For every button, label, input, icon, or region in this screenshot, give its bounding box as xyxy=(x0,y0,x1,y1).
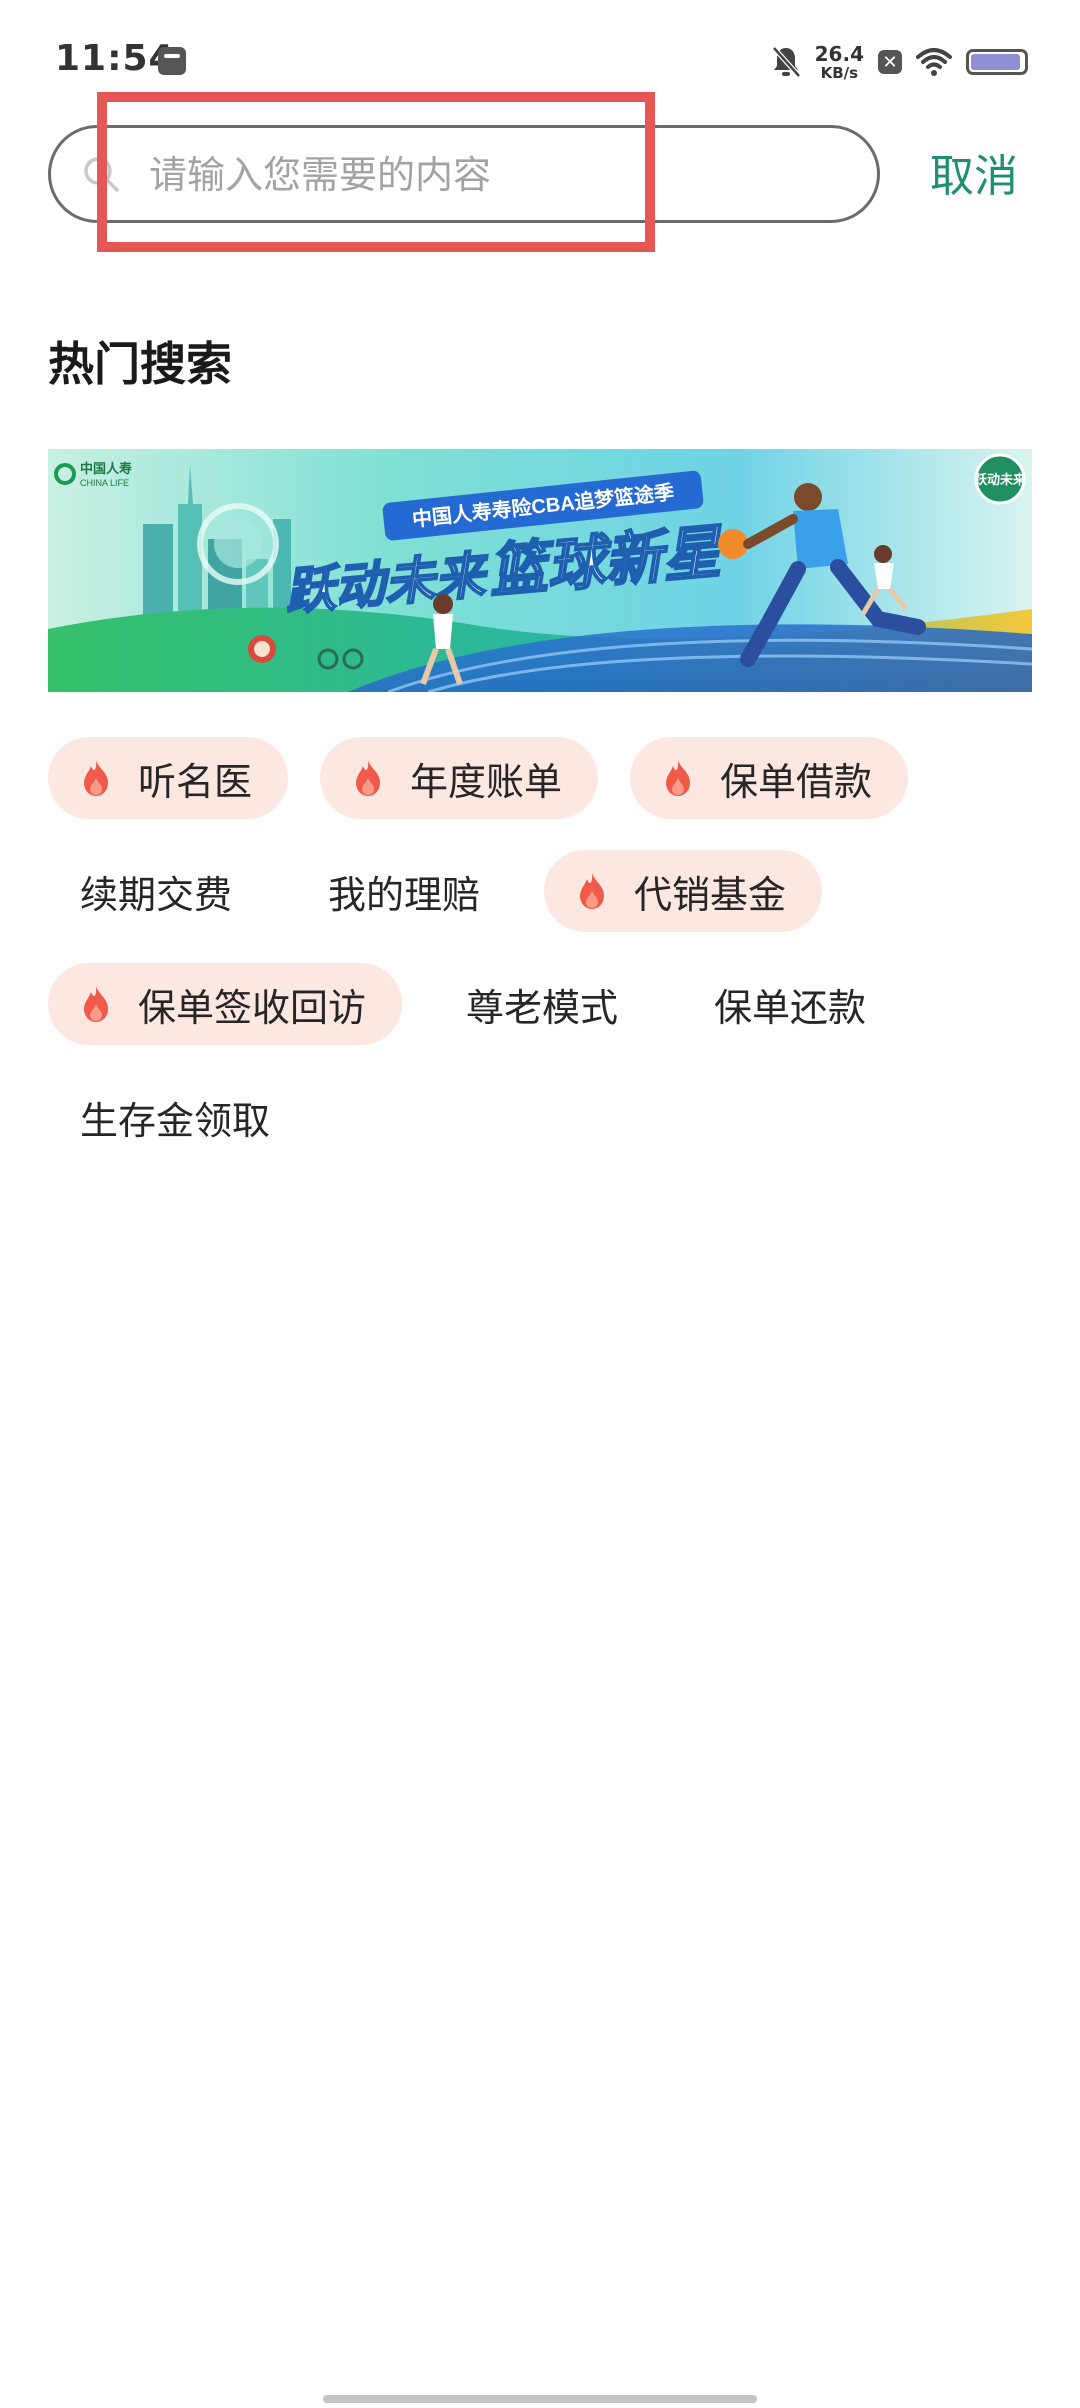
tag-label: 保单还款 xyxy=(714,985,867,1030)
tag-label: 保单签收回访 xyxy=(138,985,367,1030)
hot-tag[interactable]: 代销基金 xyxy=(544,850,823,932)
status-bar: 11:54 26.4 KB/s ✕ xyxy=(0,0,1080,120)
tag-label: 听名医 xyxy=(138,759,253,804)
hot-tag[interactable]: 保单借款 xyxy=(630,737,909,819)
network-speed-value: 26.4 xyxy=(814,41,864,66)
tag-label: 代销基金 xyxy=(634,872,787,917)
promo-banner[interactable]: 中国人寿 CHINA LIFE 中国人寿寿险CBA追梦篮途季 跃动未来 篮球新星 xyxy=(48,449,1032,692)
tag-row: 生存金领取 xyxy=(48,1076,1032,1158)
hot-tag[interactable]: 年度账单 xyxy=(320,737,599,819)
flame-icon xyxy=(356,760,381,796)
search-tag[interactable]: 我的理赔 xyxy=(296,850,512,932)
flame-icon xyxy=(666,760,691,796)
banner-badge: 跃动未来 xyxy=(974,472,1027,487)
status-icons: 26.4 KB/s ✕ xyxy=(771,40,1028,84)
notification-app-icon xyxy=(158,47,186,75)
search-box[interactable] xyxy=(48,125,880,223)
flame-icon xyxy=(84,986,108,1022)
tag-label: 我的理赔 xyxy=(328,872,481,917)
tag-label: 生存金领取 xyxy=(80,1098,271,1143)
search-tag[interactable]: 生存金领取 xyxy=(48,1076,302,1158)
wifi-icon xyxy=(916,48,952,76)
search-icon xyxy=(84,157,119,192)
bell-mute-icon xyxy=(771,46,801,78)
flame-icon xyxy=(580,873,605,909)
hot-tag[interactable]: 保单签收回访 xyxy=(48,963,403,1045)
cancel-button[interactable]: 取消 xyxy=(930,140,1018,204)
tag-row: 保单签收回访 尊老模式 保单还款 xyxy=(48,963,1032,1045)
hot-search-title: 热门搜索 xyxy=(48,337,232,391)
search-tag[interactable]: 尊老模式 xyxy=(434,963,650,1045)
tag-label: 尊老模式 xyxy=(466,985,619,1030)
banner-brand-cn: 中国人寿 xyxy=(80,461,132,476)
tag-label: 年度账单 xyxy=(410,759,563,804)
tag-row: 续期交费 我的理赔 代销基金 xyxy=(48,850,1032,932)
banner-artwork: 中国人寿 CHINA LIFE 中国人寿寿险CBA追梦篮途季 跃动未来 篮球新星 xyxy=(48,449,1032,692)
close-badge-icon: ✕ xyxy=(878,50,902,74)
search-tag[interactable]: 保单还款 xyxy=(682,963,898,1045)
status-time: 11:54 xyxy=(55,38,175,79)
battery-icon xyxy=(966,49,1028,75)
search-input[interactable] xyxy=(147,142,831,208)
flame-icon xyxy=(84,760,108,796)
banner-brand-en: CHINA LIFE xyxy=(80,478,129,488)
hot-search-tags: 听名医 年度账单 保单借款 续期交费 我的理赔 代销基金 保单签收回访 尊老模式… xyxy=(48,737,1032,1189)
network-speed: 26.4 KB/s xyxy=(815,44,864,81)
hot-tag[interactable]: 听名医 xyxy=(48,737,289,819)
search-tag[interactable]: 续期交费 xyxy=(48,850,264,932)
network-speed-unit: KB/s xyxy=(820,63,859,82)
tag-label: 保单借款 xyxy=(720,759,873,804)
home-indicator[interactable] xyxy=(323,2395,757,2403)
battery-level xyxy=(971,54,1021,70)
tag-label: 续期交费 xyxy=(80,872,233,917)
tag-row: 听名医 年度账单 保单借款 xyxy=(48,737,1032,819)
